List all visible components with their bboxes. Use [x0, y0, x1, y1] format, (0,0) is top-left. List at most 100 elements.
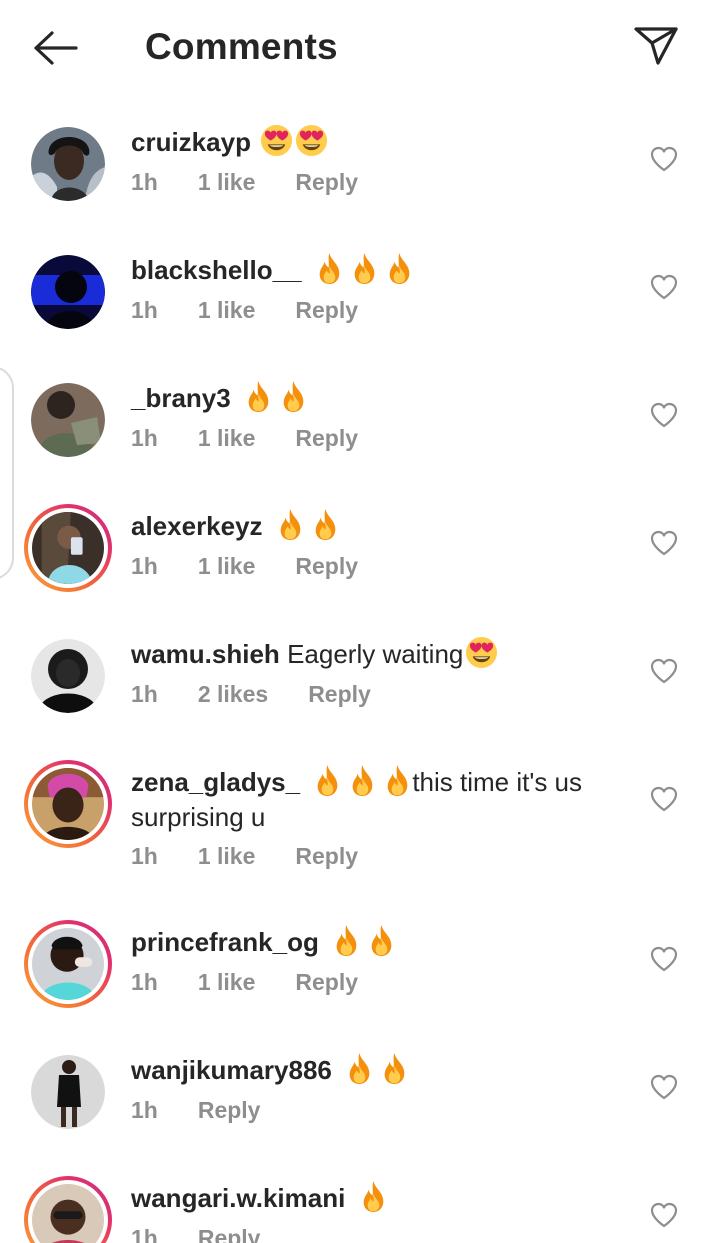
avatar-story-ring[interactable] [24, 1176, 112, 1243]
fire-emoji-icon [348, 764, 377, 797]
back-button[interactable] [30, 28, 82, 68]
comment-emoji [309, 256, 414, 286]
header: Comments [0, 0, 720, 96]
reply-button[interactable]: Reply [295, 169, 358, 196]
avatar[interactable] [31, 127, 105, 201]
comment-emoji [326, 928, 396, 958]
comments-screen: Comments cruizkayp 1h 1 like Reply black… [0, 0, 720, 1243]
paper-plane-icon [634, 27, 678, 65]
avatar [32, 512, 104, 584]
avatar [32, 768, 104, 840]
comment-username[interactable]: alexerkeyz [131, 511, 263, 541]
comment-item: cruizkayp 1h 1 like Reply [0, 96, 720, 224]
fire-emoji-icon [276, 508, 305, 541]
comment-time: 1h [131, 843, 158, 869]
comment-likes[interactable]: 1 like [198, 553, 256, 580]
comment-emoji [353, 1184, 388, 1214]
like-heart-icon[interactable] [650, 1202, 678, 1228]
arrow-left-icon [34, 31, 78, 65]
comment-item: wamu.shieh Eagerly waiting 1h 2 likes Re… [0, 608, 720, 736]
comment-emoji [307, 768, 412, 798]
comment-time: 1h [131, 681, 158, 707]
avatar[interactable] [31, 383, 105, 457]
comment-likes[interactable]: 2 likes [198, 681, 268, 708]
comment-username[interactable]: princefrank_og [131, 927, 319, 957]
comment-emoji [463, 640, 498, 670]
comment-likes[interactable]: 1 like [198, 843, 256, 870]
fire-emoji-icon [345, 1052, 374, 1085]
comment-username[interactable]: zena_gladys_ [131, 767, 300, 797]
heart-eyes-emoji-icon [260, 124, 293, 157]
comment-emoji [270, 512, 340, 542]
reply-button[interactable]: Reply [308, 681, 371, 708]
comment-time: 1h [131, 425, 158, 451]
reply-button[interactable]: Reply [198, 1097, 261, 1124]
fire-emoji-icon [385, 252, 414, 285]
comment-item: _brany3 1h 1 like Reply [0, 352, 720, 480]
comment-text: Eagerly waiting [287, 639, 464, 669]
comment-item: alexerkeyz 1h 1 like Reply [0, 480, 720, 608]
fire-emoji-icon [380, 1052, 409, 1085]
comment-likes[interactable]: 1 like [198, 297, 256, 324]
fire-emoji-icon [313, 764, 342, 797]
comment-item: zena_gladys_ this time it's us surprisin… [0, 736, 720, 896]
comment-time: 1h [131, 969, 158, 995]
comment-item: wanjikumary886 1h Reply [0, 1024, 720, 1152]
like-heart-icon[interactable] [650, 402, 678, 428]
comment-username[interactable]: _brany3 [131, 383, 231, 413]
comment-item: blackshello__ 1h 1 like Reply [0, 224, 720, 352]
avatar[interactable] [31, 639, 105, 713]
fire-emoji-icon [350, 252, 379, 285]
like-heart-icon[interactable] [650, 146, 678, 172]
share-button[interactable] [630, 22, 682, 68]
fire-emoji-icon [367, 924, 396, 957]
comment-time: 1h [131, 297, 158, 323]
comment-username[interactable]: wangari.w.kimani [131, 1183, 345, 1213]
fire-emoji-icon [315, 252, 344, 285]
like-heart-icon[interactable] [650, 946, 678, 972]
reply-button[interactable]: Reply [295, 843, 358, 870]
comment-time: 1h [131, 169, 158, 195]
like-heart-icon[interactable] [650, 274, 678, 300]
fire-emoji-icon [383, 764, 412, 797]
comment-likes[interactable]: 1 like [198, 425, 256, 452]
reply-button[interactable]: Reply [295, 425, 358, 452]
fire-emoji-icon [332, 924, 361, 957]
avatar-story-ring[interactable] [24, 504, 112, 592]
reply-button[interactable]: Reply [295, 297, 358, 324]
avatar [32, 928, 104, 1000]
like-heart-icon[interactable] [650, 530, 678, 556]
comment-emoji [258, 128, 328, 158]
comment-likes[interactable]: 1 like [198, 969, 256, 996]
like-heart-icon[interactable] [650, 786, 678, 812]
page-title: Comments [145, 26, 338, 67]
fire-emoji-icon [244, 380, 273, 413]
avatar[interactable] [31, 1055, 105, 1129]
comment-username[interactable]: wamu.shieh [131, 639, 280, 669]
fire-emoji-icon [359, 1180, 388, 1213]
comment-emoji [339, 1056, 409, 1086]
comment-time: 1h [131, 1097, 158, 1123]
reply-button[interactable]: Reply [198, 1225, 261, 1243]
avatar-story-ring[interactable] [24, 920, 112, 1008]
comment-time: 1h [131, 553, 158, 579]
avatar [32, 1184, 104, 1243]
fire-emoji-icon [311, 508, 340, 541]
heart-eyes-emoji-icon [295, 124, 328, 157]
comment-time: 1h [131, 1225, 158, 1243]
comment-item: princefrank_og 1h 1 like Reply [0, 896, 720, 1024]
reply-button[interactable]: Reply [295, 553, 358, 580]
comment-likes[interactable]: 1 like [198, 169, 256, 196]
comment-username[interactable]: wanjikumary886 [131, 1055, 332, 1085]
comment-item: wangari.w.kimani 1h Reply [0, 1152, 720, 1243]
comment-emoji [238, 384, 308, 414]
like-heart-icon[interactable] [650, 1074, 678, 1100]
reply-button[interactable]: Reply [295, 969, 358, 996]
heart-eyes-emoji-icon [465, 636, 498, 669]
comment-username[interactable]: blackshello__ [131, 255, 302, 285]
fire-emoji-icon [279, 380, 308, 413]
avatar[interactable] [31, 255, 105, 329]
like-heart-icon[interactable] [650, 658, 678, 684]
avatar-story-ring[interactable] [24, 760, 112, 848]
comment-username[interactable]: cruizkayp [131, 127, 251, 157]
